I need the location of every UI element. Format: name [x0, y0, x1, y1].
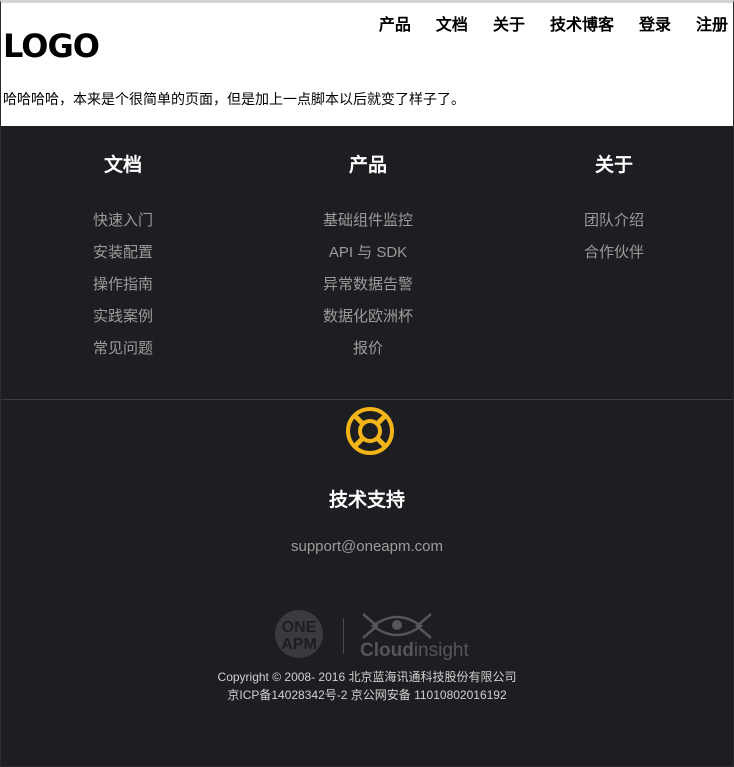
list-item: 快速入门: [1, 208, 245, 240]
list-item: 基础组件监控: [246, 208, 490, 240]
list-item: 合作伙伴: [492, 240, 734, 272]
lifebuoy-icon: [346, 407, 394, 455]
footer-link-partners[interactable]: 合作伙伴: [584, 243, 644, 261]
copyright-line: Copyright © 2008- 2016 北京蓝海讯通科技股份有限公司: [217, 670, 517, 684]
list-item: 操作指南: [1, 272, 245, 304]
footer-link-guide[interactable]: 操作指南: [93, 275, 153, 293]
copyright: Copyright © 2008- 2016 北京蓝海讯通科技股份有限公司 京I…: [1, 668, 733, 704]
footer-link-pricing[interactable]: 报价: [353, 339, 383, 357]
oneapm-logo-line1: ONE: [282, 619, 317, 636]
footer-link-api-sdk[interactable]: API 与 SDK: [329, 244, 407, 261]
cloudinsight-logo[interactable]: Cloudinsight: [359, 608, 471, 662]
footer-link-team[interactable]: 团队介绍: [584, 211, 644, 229]
footer-link-cases[interactable]: 实践案例: [93, 307, 153, 325]
nav-item-tech-blog[interactable]: 技术博客: [550, 14, 614, 36]
nav-item-products[interactable]: 产品: [379, 14, 411, 36]
icp-line: 京ICP备14028342号-2 京公网安备 11010802016192: [227, 688, 507, 702]
oneapm-logo[interactable]: ONE APM: [271, 610, 327, 658]
support-title: 技术支持: [328, 489, 405, 511]
footer-link-quickstart[interactable]: 快速入门: [93, 211, 153, 229]
footer-column-title: 产品: [348, 154, 387, 176]
footer-column-title: 关于: [594, 154, 633, 176]
footer-link-install-config[interactable]: 安装配置: [93, 243, 153, 261]
top-nav: 产品 文档 关于 技术博客 登录 注册: [354, 14, 728, 36]
footer-column-title: 文档: [103, 154, 142, 176]
list-item: API 与 SDK: [246, 240, 490, 272]
cloudinsight-text-light: insight: [414, 640, 470, 661]
intro-text: 哈哈哈哈，本来是个很简单的页面，但是加上一点脚本以后就变了样子了。: [3, 92, 465, 108]
site-logo[interactable]: LOGO: [3, 26, 100, 66]
list-item: 数据化欧洲杯: [246, 304, 490, 336]
list-item: 常见问题: [1, 336, 245, 368]
list-item: 安装配置: [1, 240, 245, 272]
footer-link-component-monitoring[interactable]: 基础组件监控: [323, 211, 413, 229]
list-item: 实践案例: [1, 304, 245, 336]
list-item: 团队介绍: [492, 208, 734, 240]
nav-item-about[interactable]: 关于: [493, 14, 525, 36]
footer-link-faq[interactable]: 常见问题: [93, 339, 153, 357]
oneapm-logo-line2: APM: [281, 636, 317, 653]
site-footer: 文档 快速入门 安装配置 操作指南 实践案例 常见问题 产品 基础组件监控 AP…: [1, 126, 733, 766]
list-item: 异常数据告警: [246, 272, 490, 304]
nav-item-docs[interactable]: 文档: [436, 14, 468, 36]
list-item: 报价: [246, 336, 490, 368]
footer-link-list: 团队介绍 合作伙伴: [492, 208, 734, 272]
nav-item-register[interactable]: 注册: [696, 14, 728, 36]
support-email-link[interactable]: support@oneapm.com: [1, 536, 733, 558]
footer-link-list: 基础组件监控 API 与 SDK 异常数据告警 数据化欧洲杯 报价: [246, 208, 490, 368]
footer-divider: [1, 399, 733, 400]
nav-item-login[interactable]: 登录: [639, 14, 671, 36]
footer-link-list: 快速入门 安装配置 操作指南 实践案例 常见问题: [1, 208, 245, 368]
footer-link-euro-cup[interactable]: 数据化欧洲杯: [323, 307, 413, 325]
cloudinsight-text-bold: Cloud: [360, 640, 414, 661]
brand-separator: [343, 618, 344, 654]
svg-text:Cloudinsight: Cloudinsight: [360, 640, 469, 661]
footer-link-anomaly-alert[interactable]: 异常数据告警: [323, 275, 413, 293]
